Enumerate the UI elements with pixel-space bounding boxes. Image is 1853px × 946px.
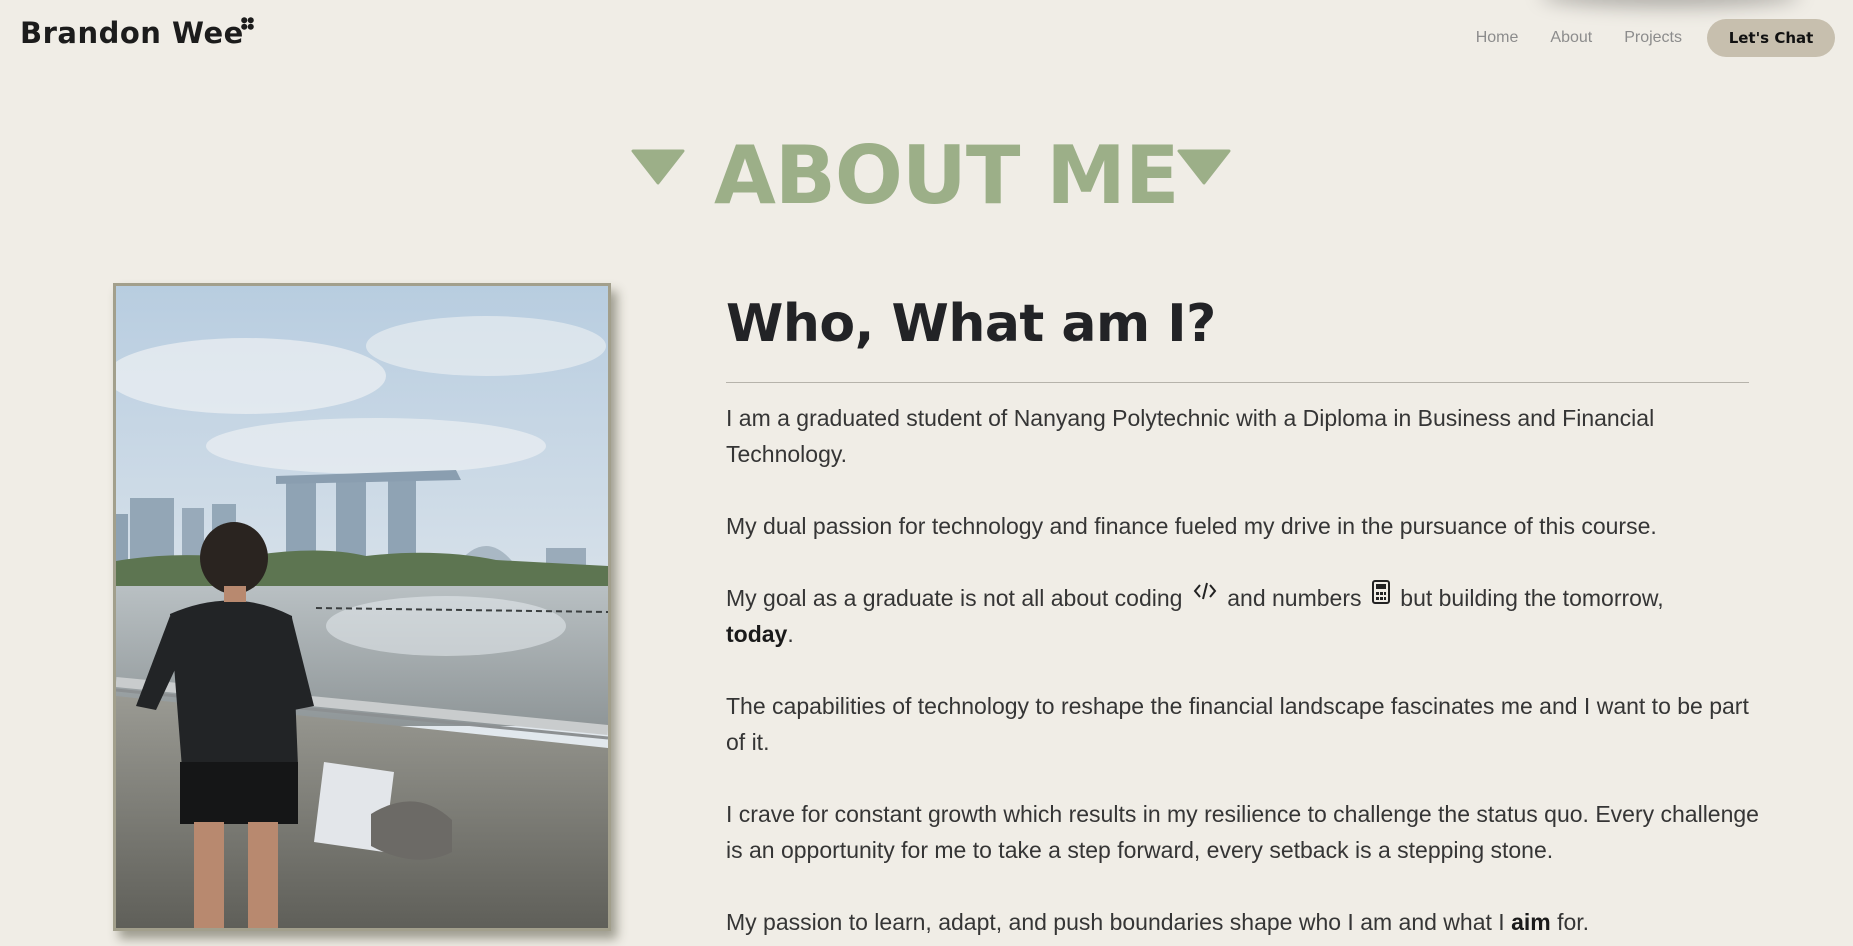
- about-paragraph-5: I crave for constant growth which result…: [726, 801, 1759, 863]
- divider: [726, 382, 1749, 383]
- nav-link-home[interactable]: Home: [1476, 29, 1519, 47]
- about-paragraph-1: I am a graduated student of Nanyang Poly…: [726, 405, 1655, 467]
- about-p3-bold: today: [726, 621, 788, 647]
- about-p6-bold: aim: [1511, 909, 1551, 935]
- nav-link-about[interactable]: About: [1550, 29, 1592, 47]
- about-heading: Who, What am I?: [726, 294, 1216, 354]
- four-petal-mark-icon: [241, 17, 254, 30]
- triangle-down-icon: [1177, 149, 1231, 185]
- code-icon: [1193, 582, 1217, 600]
- lets-chat-button[interactable]: Let's Chat: [1707, 19, 1835, 57]
- about-paragraph-4: The capabilities of technology to reshap…: [726, 693, 1749, 755]
- section-title: ABOUT ME: [714, 129, 1180, 222]
- about-p3-text-a: My goal as a graduate is not all about c…: [726, 585, 1183, 611]
- calculator-icon: [1371, 580, 1390, 604]
- profile-photo-illustration: [116, 286, 608, 928]
- about-p6-text-b: for.: [1557, 909, 1590, 935]
- triangle-down-icon: [631, 149, 685, 185]
- nav-shadow-decor: [1540, 0, 1800, 8]
- about-paragraph-6: My passion to learn, adapt, and push bou…: [726, 904, 1766, 940]
- about-paragraph-3: My goal as a graduate is not all about c…: [726, 580, 1766, 652]
- main-nav: Home About Projects Let's Chat: [1476, 19, 1835, 57]
- about-paragraph-2: My dual passion for technology and finan…: [726, 513, 1657, 539]
- about-p3-text-b: and numbers: [1227, 585, 1362, 611]
- brand-logo[interactable]: Brandon Wee: [20, 16, 244, 50]
- about-p3-text-c: but building the tomorrow,: [1400, 585, 1664, 611]
- about-p3-text-d: .: [787, 621, 794, 647]
- about-p6-text-a: My passion to learn, adapt, and push bou…: [726, 909, 1505, 935]
- profile-photo: [113, 283, 611, 931]
- nav-link-projects[interactable]: Projects: [1624, 29, 1682, 47]
